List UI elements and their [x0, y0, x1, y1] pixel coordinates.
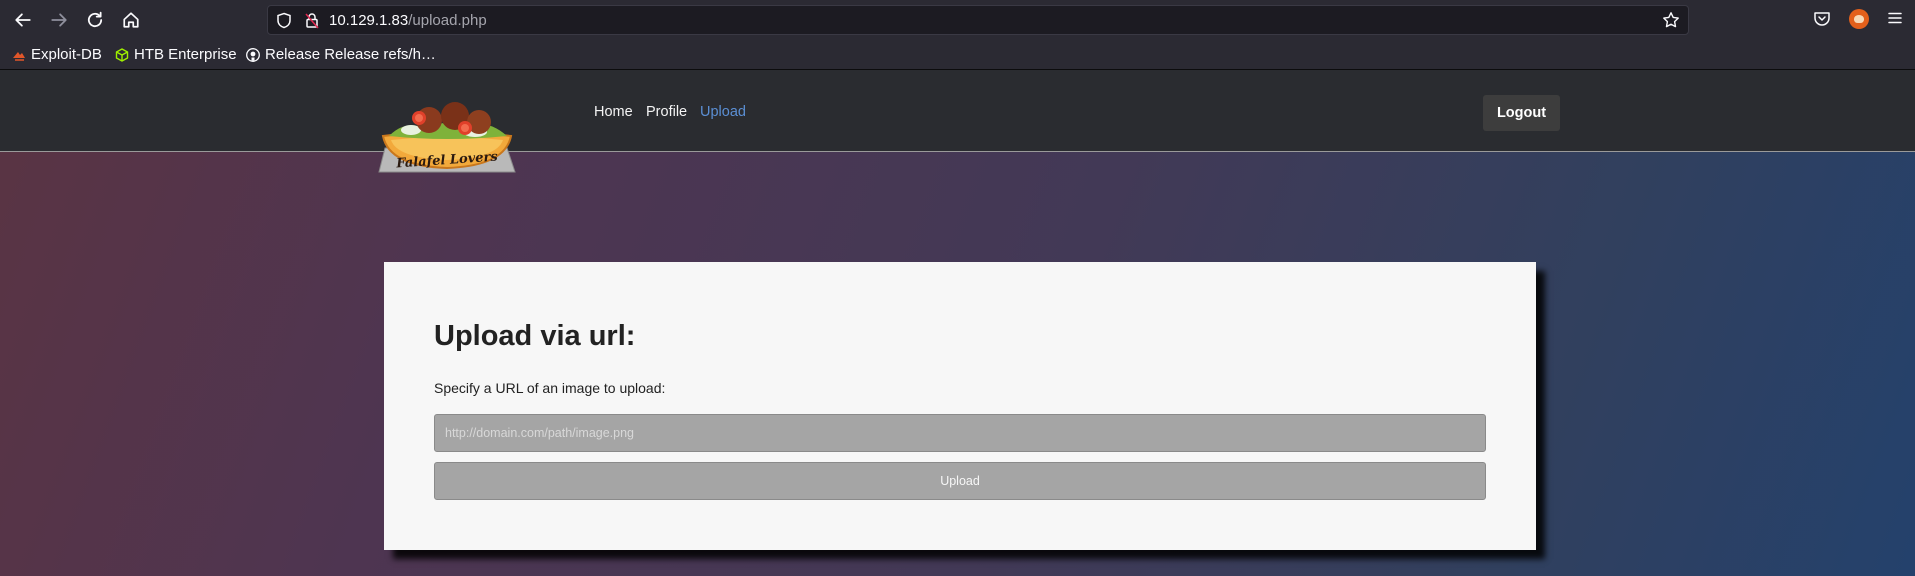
url-host: 10.129.1.83 [329, 12, 409, 29]
bookmark-release[interactable]: Release Release refs/h… [246, 46, 436, 63]
browser-toolbar: 10.129.1.83/upload.php [0, 0, 1915, 40]
tracking-shield-icon[interactable] [276, 12, 292, 34]
upload-card: Upload via url: Specify a URL of an imag… [384, 262, 1536, 550]
exploit-db-icon [12, 48, 26, 62]
bookmark-htb-enterprise[interactable]: HTB Enterprise [115, 46, 237, 63]
insecure-lock-icon[interactable] [304, 12, 320, 34]
forward-arrow-icon[interactable] [46, 8, 72, 32]
reload-icon[interactable] [82, 8, 108, 32]
pocket-icon[interactable] [1813, 10, 1831, 33]
url-text[interactable]: 10.129.1.83/upload.php [329, 12, 487, 29]
github-icon [246, 47, 260, 62]
page-title: Upload via url: [434, 320, 636, 352]
image-url-input[interactable] [434, 414, 1486, 452]
upload-hint: Specify a URL of an image to upload: [434, 380, 666, 396]
extension-fox-icon[interactable] [1849, 9, 1869, 29]
nav-upload-link[interactable]: Upload [700, 104, 746, 120]
bookmark-label: Release Release refs/h… [265, 46, 436, 63]
bookmark-star-icon[interactable] [1662, 11, 1680, 34]
upload-button[interactable]: Upload [434, 462, 1486, 500]
page-viewport: Home Profile Upload Logout Falafel Lover… [0, 70, 1915, 576]
url-bar[interactable]: 10.129.1.83/upload.php [267, 5, 1689, 35]
bookmarks-toolbar: Exploit-DB HTB Enterprise Release Releas… [0, 40, 1915, 70]
bookmark-exploit-db[interactable]: Exploit-DB [12, 46, 102, 63]
back-arrow-icon[interactable] [10, 8, 36, 32]
nav-profile-link[interactable]: Profile [646, 104, 687, 120]
hamburger-menu-icon[interactable] [1887, 10, 1903, 31]
site-logo[interactable]: Falafel Lovers [377, 100, 517, 180]
bookmark-label: HTB Enterprise [134, 46, 237, 63]
htb-cube-icon [115, 47, 129, 62]
url-path: /upload.php [408, 12, 487, 29]
site-header: Home Profile Upload Logout [0, 70, 1915, 152]
logout-button[interactable]: Logout [1483, 95, 1560, 131]
bookmark-label: Exploit-DB [31, 46, 102, 63]
nav-home-link[interactable]: Home [594, 104, 633, 120]
home-icon[interactable] [118, 8, 144, 32]
